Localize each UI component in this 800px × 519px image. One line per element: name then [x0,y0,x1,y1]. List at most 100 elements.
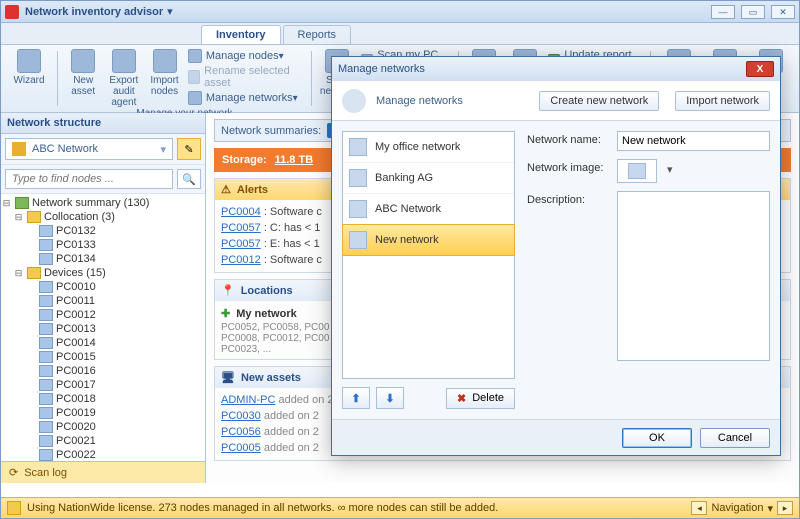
tree-node[interactable]: PC0014 [1,336,205,350]
network-list-item[interactable]: Banking AG [343,163,514,194]
window-close-button[interactable]: ✕ [771,5,795,19]
tree-node[interactable]: PC0013 [1,322,205,336]
ok-button[interactable]: OK [622,428,692,448]
new-asset-button[interactable]: New asset [66,49,101,97]
license-icon [7,501,21,515]
asset-link[interactable]: ADMIN-PC [221,394,275,406]
network-item-icon [349,231,367,249]
description-label: Description: [527,191,609,206]
manage-networks-icon [188,91,202,105]
asset-icon: 🖥 [221,371,235,384]
rename-asset-button[interactable]: Rename selected asset [188,65,303,89]
tree-node[interactable]: PC0019 [1,406,205,420]
move-down-button[interactable]: ⬇ [376,387,404,409]
tab-strip: Inventory Reports [1,23,799,45]
network-selector-label: ABC Network [32,143,98,155]
tree-node[interactable]: PC0016 [1,364,205,378]
chevron-down-icon[interactable]: ▾ [665,159,673,176]
alert-link[interactable]: PC0012 [221,254,261,266]
location-icon: 📍 [221,284,235,297]
plus-icon: ✚ [221,307,230,320]
asset-link[interactable]: PC0056 [221,426,261,438]
network-list-item[interactable]: ABC Network [343,194,514,225]
tree-node[interactable]: PC0018 [1,392,205,406]
network-list[interactable]: My office networkBanking AGABC NetworkNe… [342,131,515,379]
status-text: Using NationWide license. 273 nodes mana… [27,502,498,514]
search-input[interactable] [5,169,173,189]
network-item-icon [349,138,367,156]
network-form: Network name: Network image: ▾ Descripti… [527,131,770,409]
tree-node[interactable]: PC0133 [1,238,205,252]
cancel-button[interactable]: Cancel [700,428,770,448]
network-image-icon [628,163,646,179]
new-asset-icon [71,49,95,73]
dialog-header-label: Manage networks [376,95,463,107]
tree-node[interactable]: ⊟Network summary (130) [1,196,205,210]
manage-nodes-icon [188,49,202,63]
network-item-icon [349,169,367,187]
tree-node[interactable]: PC0021 [1,434,205,448]
app-title: Network inventory advisor [25,6,163,18]
dialog-title: Manage networks [338,63,425,75]
tree-node[interactable]: ⊟Collocation (3) [1,210,205,224]
manage-networks-button[interactable]: Manage networks ▾ [188,91,303,105]
network-tree[interactable]: ⊟Network summary (130)⊟Collocation (3)PC… [1,194,205,461]
tab-reports[interactable]: Reports [283,25,352,44]
nav-next-button[interactable]: ▸ [777,501,793,515]
scan-log-icon: ⟳ [9,466,18,479]
tree-node[interactable]: PC0132 [1,224,205,238]
delete-network-button[interactable]: ✖Delete [446,388,515,409]
alert-link[interactable]: PC0004 [221,206,261,218]
highlight-button[interactable]: ✎ [177,138,201,160]
move-up-button[interactable]: ⬆ [342,387,370,409]
window-maximize-button[interactable]: ▭ [741,5,765,19]
status-bar: Using NationWide license. 273 nodes mana… [1,497,799,518]
delete-icon: ✖ [457,392,466,405]
rename-icon [188,70,200,84]
tree-node[interactable]: PC0017 [1,378,205,392]
dialog-close-button[interactable]: X [746,61,774,77]
tree-node[interactable]: ⊟Devices (15) [1,266,205,280]
description-input[interactable] [617,191,770,361]
tree-node[interactable]: PC0010 [1,280,205,294]
network-name-input[interactable] [617,131,770,151]
tree-node[interactable]: PC0012 [1,308,205,322]
network-icon [12,142,26,156]
dialog-footer: OK Cancel [332,419,780,455]
warning-icon: ⚠ [221,183,231,196]
network-image-picker[interactable] [617,159,657,183]
window-minimize-button[interactable]: — [711,5,735,19]
asset-link[interactable]: PC0030 [221,410,261,422]
nav-prev-button[interactable]: ◂ [691,501,707,515]
title-dropdown-icon[interactable]: ▾ [167,5,173,18]
create-network-button[interactable]: Create new network [539,91,659,111]
network-selector[interactable]: ABC Network ▾ [5,138,173,160]
scan-log-button[interactable]: ⟳ Scan log [1,461,205,483]
asset-link[interactable]: PC0005 [221,442,261,454]
search-button[interactable]: 🔍 [177,169,201,189]
import-nodes-icon [153,49,177,73]
tree-node[interactable]: PC0020 [1,420,205,434]
tree-node[interactable]: PC0134 [1,252,205,266]
network-structure-header: Network structure [1,113,205,134]
import-network-button[interactable]: Import network [675,91,770,111]
alert-link[interactable]: PC0057 [221,222,261,234]
storage-value[interactable]: 11.8 TB [275,154,314,166]
title-bar: Network inventory advisor ▾ — ▭ ✕ [1,1,799,23]
tree-node[interactable]: PC0022 [1,448,205,461]
import-nodes-button[interactable]: Import nodes [147,49,182,97]
tree-node[interactable]: PC0015 [1,350,205,364]
manage-nodes-button[interactable]: Manage nodes ▾ [188,49,303,63]
chevron-down-icon: ▾ [767,502,773,515]
export-agent-button[interactable]: Export audit agent [107,49,142,108]
network-list-item[interactable]: My office network [343,132,514,163]
navigation-menu[interactable]: ◂ Navigation ▾ ▸ [691,501,793,515]
left-pane: Network structure ABC Network ▾ ✎ 🔍 ⊟Net… [1,113,206,483]
dialog-header: Manage networks Create new network Impor… [332,81,780,121]
tab-inventory[interactable]: Inventory [201,25,281,44]
app-icon [5,5,19,19]
wizard-button[interactable]: Wizard [9,49,49,86]
tree-node[interactable]: PC0011 [1,294,205,308]
alert-link[interactable]: PC0057 [221,238,261,250]
network-list-item[interactable]: New network [342,224,515,256]
